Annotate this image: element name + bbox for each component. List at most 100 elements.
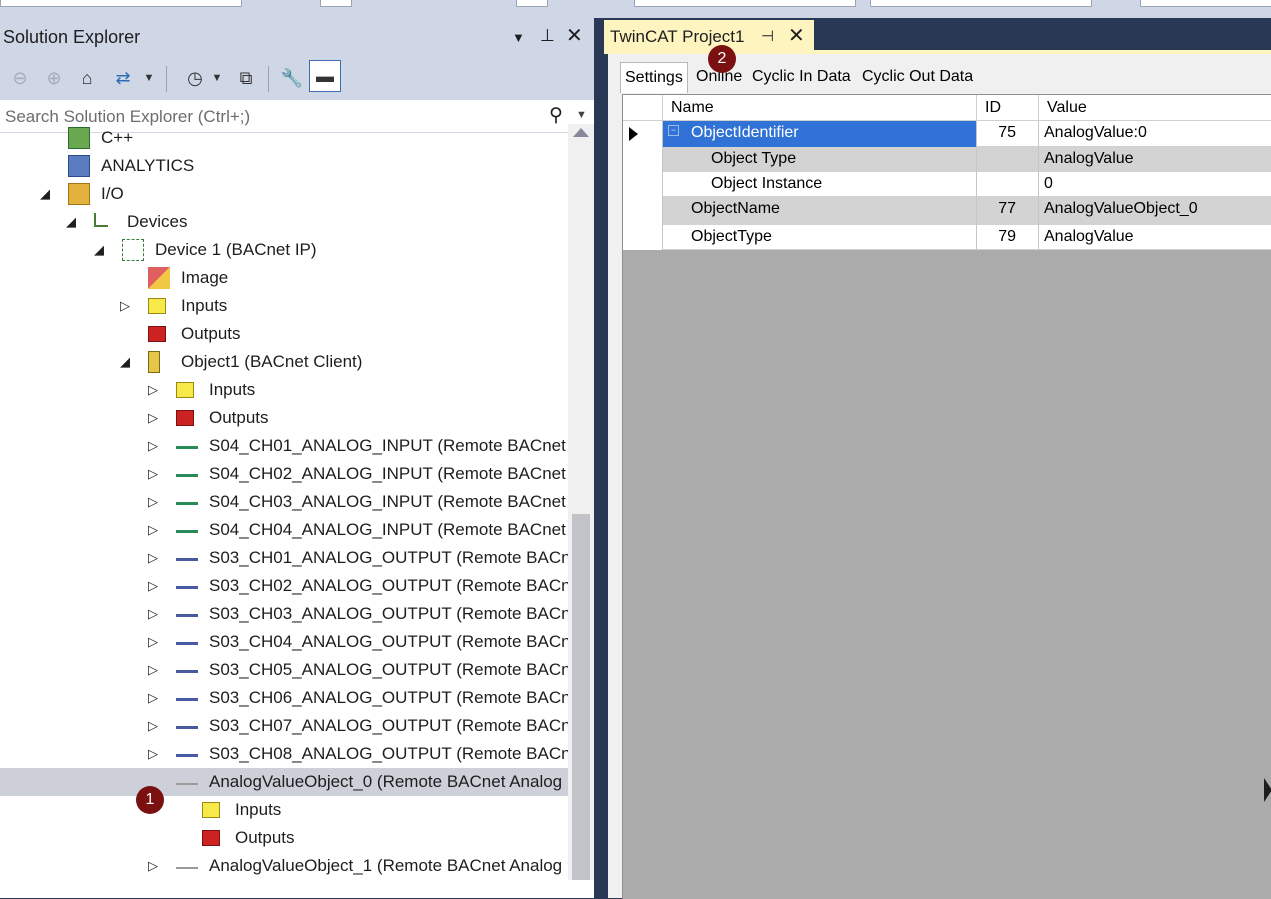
toolbar-combo[interactable] [1140, 0, 1271, 7]
collapsed-arrow-icon[interactable]: ▷ [146, 466, 160, 482]
tree-item[interactable]: Image [0, 264, 568, 292]
grid-cell-value[interactable]: 0 [1039, 172, 1271, 197]
toolbar-combo[interactable] [870, 0, 1092, 7]
collapsed-arrow-icon[interactable]: ▷ [146, 606, 160, 622]
collapsed-arrow-icon[interactable]: ▷ [146, 746, 160, 762]
toolbar-combo[interactable] [634, 0, 856, 7]
toolbar-combo[interactable] [0, 0, 242, 7]
expanded-arrow-icon[interactable]: ◢ [92, 242, 106, 258]
grid-row[interactable]: − ObjectIdentifier 75 AnalogValue:0 [623, 121, 1271, 147]
collapsed-arrow-icon[interactable]: ▷ [146, 578, 160, 594]
chevron-down-icon[interactable]: ▼ [210, 66, 224, 90]
chevron-down-icon[interactable]: ▼ [142, 66, 156, 90]
scroll-thumb[interactable] [572, 514, 590, 880]
tree-item[interactable]: ▷ Inputs [0, 292, 568, 320]
tree-item[interactable]: ▷ S03_CH03_ANALOG_OUTPUT (Remote BACne [0, 600, 568, 628]
document-tab-twincat-project[interactable]: TwinCAT Project1 ⊣ ✕ [604, 20, 814, 50]
home-icon[interactable]: ⌂ [75, 66, 99, 90]
window-menu-icon[interactable]: ▼ [512, 30, 525, 45]
tree-item[interactable]: ▷ S04_CH04_ANALOG_INPUT (Remote BACnet A [0, 516, 568, 544]
collapsed-arrow-icon[interactable]: ▷ [146, 718, 160, 734]
collapse-all-icon[interactable]: ⧉ [234, 66, 258, 90]
expanded-arrow-icon[interactable]: ◢ [64, 214, 78, 230]
tree-item[interactable]: ▷ S03_CH04_ANALOG_OUTPUT (Remote BACne [0, 628, 568, 656]
grid-row[interactable]: ObjectName 77 AnalogValueObject_0 [623, 197, 1271, 225]
forward-icon[interactable]: ⊕ [42, 66, 66, 90]
tree-item[interactable]: ▷ S04_CH02_ANALOG_INPUT (Remote BACnet A [0, 460, 568, 488]
close-icon[interactable]: ✕ [566, 23, 583, 48]
tree-item[interactable]: Outputs [0, 320, 568, 348]
grid-row[interactable]: Object Type AnalogValue [623, 147, 1271, 172]
collapsed-arrow-icon[interactable]: ▷ [146, 410, 160, 426]
tree-item[interactable]: Inputs [0, 796, 568, 824]
tree-item[interactable]: ◢ Object1 (BACnet Client) [0, 348, 568, 376]
pin-icon[interactable]: ⊣ [761, 27, 774, 45]
expanded-arrow-icon[interactable]: ◢ [38, 186, 52, 202]
collapsed-arrow-icon[interactable]: ▷ [146, 438, 160, 454]
properties-wrench-icon[interactable]: 🔧 [280, 66, 304, 90]
collapsed-arrow-icon[interactable]: ▷ [146, 858, 160, 874]
tree-item[interactable]: ◢ Devices [0, 208, 568, 236]
chevron-down-icon[interactable]: ▼ [576, 109, 587, 121]
grid-header-name[interactable]: Name [663, 95, 977, 121]
tree-item[interactable]: ◢ Device 1 (BACnet IP) [0, 236, 568, 264]
tree-item[interactable]: ▷ S03_CH07_ANALOG_OUTPUT (Remote BACne [0, 712, 568, 740]
tree-item[interactable]: ▷ S03_CH01_ANALOG_OUTPUT (Remote BACne [0, 544, 568, 572]
grid-cell-id[interactable]: 79 [977, 225, 1039, 250]
row-selector[interactable] [623, 197, 663, 225]
vertical-scrollbar[interactable] [568, 124, 594, 880]
grid-cell-name[interactable]: Object Type [663, 147, 977, 172]
grid-header-id[interactable]: ID [977, 95, 1039, 121]
collapsed-arrow-icon[interactable]: ▷ [146, 494, 160, 510]
tree-item[interactable]: ▷ S03_CH05_ANALOG_OUTPUT (Remote BACne [0, 656, 568, 684]
collapsed-arrow-icon[interactable]: ▷ [146, 690, 160, 706]
grid-cell-id[interactable]: 77 [977, 197, 1039, 225]
collapsed-arrow-icon[interactable]: ▷ [146, 634, 160, 650]
collapsed-arrow-icon[interactable]: ▷ [146, 662, 160, 678]
grid-cell-name[interactable]: ObjectType [663, 225, 977, 250]
collapsed-arrow-icon[interactable]: ▷ [118, 298, 132, 314]
tree-item[interactable]: ANALYTICS [0, 152, 568, 180]
pending-changes-icon[interactable]: ◷ [182, 66, 208, 90]
toolbar-button[interactable] [320, 0, 352, 7]
tree-item[interactable]: ▷ S04_CH01_ANALOG_INPUT (Remote BACnet A [0, 432, 568, 460]
grid-header-value[interactable]: Value [1039, 95, 1271, 121]
collapse-group-icon[interactable]: − [668, 125, 679, 136]
grid-cell-name[interactable]: − ObjectIdentifier [663, 121, 977, 147]
grid-cell-id[interactable] [977, 147, 1039, 172]
close-icon[interactable]: ✕ [788, 23, 805, 48]
grid-cell-id[interactable] [977, 172, 1039, 197]
toolbar-button[interactable] [516, 0, 548, 7]
back-icon[interactable]: ⊖ [8, 66, 32, 90]
scroll-up-icon[interactable] [573, 128, 589, 137]
tree-item[interactable]: ▷ Inputs [0, 376, 568, 404]
grid-cell-name[interactable]: Object Instance [663, 172, 977, 197]
tree-item[interactable]: ◢ I/O [0, 180, 568, 208]
row-selector[interactable] [623, 121, 663, 147]
tree-item[interactable]: ▷ S03_CH06_ANALOG_OUTPUT (Remote BACne [0, 684, 568, 712]
tree-item[interactable]: ▷ Outputs [0, 404, 568, 432]
grid-cell-id[interactable]: 75 [977, 121, 1039, 147]
pin-icon[interactable]: ⊥ [540, 26, 555, 46]
tree-item[interactable]: ▷ S03_CH02_ANALOG_OUTPUT (Remote BACne [0, 572, 568, 600]
row-selector[interactable] [623, 147, 663, 172]
tree-item[interactable]: C++ [0, 124, 568, 152]
grid-cell-value[interactable]: AnalogValue [1039, 225, 1271, 250]
tab-settings[interactable]: Settings [620, 62, 688, 93]
grid-cell-value[interactable]: AnalogValue [1039, 147, 1271, 172]
collapsed-arrow-icon[interactable]: ▷ [146, 522, 160, 538]
preview-toggle-icon[interactable]: ▬ [309, 60, 341, 92]
tab-cyclic-in-data[interactable]: Cyclic In Data [748, 64, 855, 90]
collapsed-arrow-icon[interactable]: ▷ [146, 550, 160, 566]
tree-item[interactable]: Outputs [0, 824, 568, 852]
tree-item[interactable]: ▷ S04_CH03_ANALOG_INPUT (Remote BACnet A [0, 488, 568, 516]
tree-item[interactable]: ▷ S03_CH08_ANALOG_OUTPUT (Remote BACne [0, 740, 568, 768]
row-selector[interactable] [623, 172, 663, 197]
grid-cell-name[interactable]: ObjectName [663, 197, 977, 225]
collapsed-arrow-icon[interactable]: ▷ [146, 382, 160, 398]
grid-cell-value[interactable]: AnalogValue:0 [1039, 121, 1271, 147]
grid-row[interactable]: ObjectType 79 AnalogValue [623, 225, 1271, 250]
grid-cell-value[interactable]: AnalogValueObject_0 [1039, 197, 1271, 225]
tab-cyclic-out-data[interactable]: Cyclic Out Data [858, 64, 977, 90]
expanded-arrow-icon[interactable]: ◢ [118, 354, 132, 370]
